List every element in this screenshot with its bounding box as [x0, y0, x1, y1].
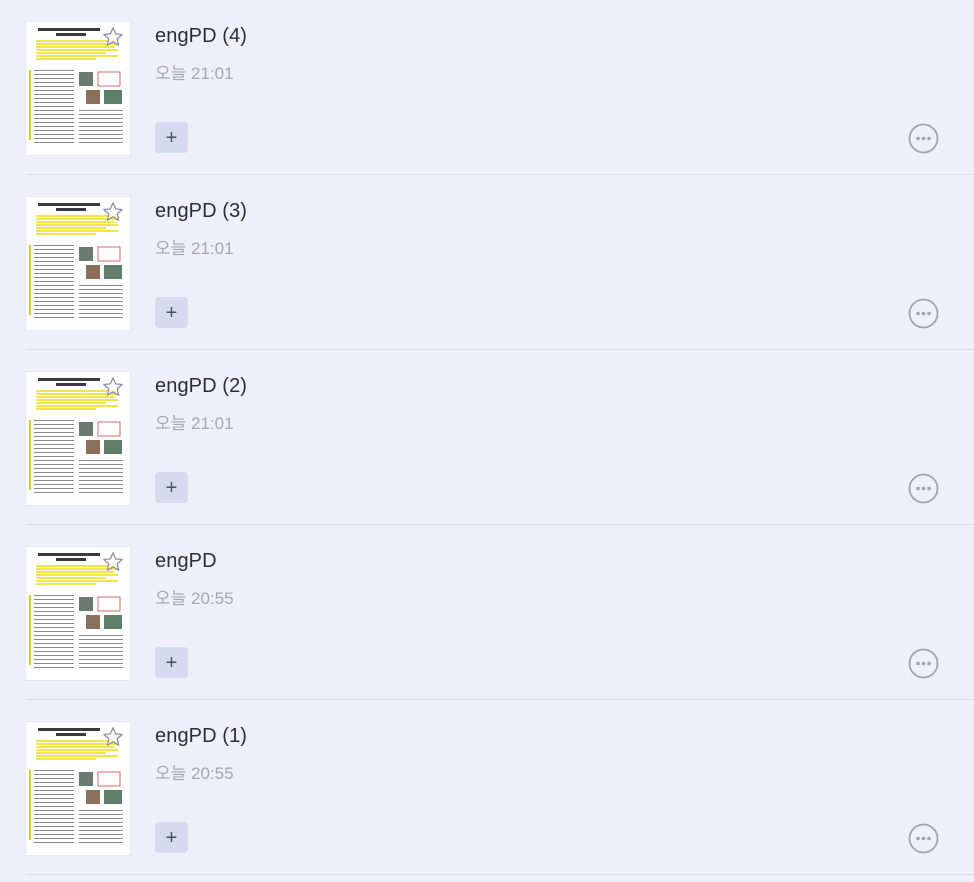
- add-button[interactable]: +: [155, 122, 188, 153]
- add-button[interactable]: +: [155, 647, 188, 678]
- more-options-icon[interactable]: [908, 823, 939, 854]
- document-title[interactable]: engPD (4): [155, 25, 247, 48]
- document-timestamp: 오늘 20:55: [155, 589, 234, 608]
- document-thumbnail-icon[interactable]: [26, 547, 130, 680]
- divider: [26, 874, 974, 875]
- document-timestamp: 오늘 21:01: [155, 239, 234, 258]
- star-icon[interactable]: [102, 376, 124, 398]
- document-timestamp: 오늘 21:01: [155, 414, 234, 433]
- document-thumbnail-icon[interactable]: [26, 722, 130, 855]
- list-item[interactable]: engPD 오늘 20:55 +: [0, 525, 974, 700]
- more-options-icon[interactable]: [908, 648, 939, 679]
- star-icon[interactable]: [102, 26, 124, 48]
- document-title[interactable]: engPD (2): [155, 375, 247, 398]
- star-icon[interactable]: [102, 551, 124, 573]
- add-button[interactable]: +: [155, 822, 188, 853]
- more-options-icon[interactable]: [908, 473, 939, 504]
- list-item[interactable]: engPD (1) 오늘 20:55 +: [0, 700, 974, 875]
- list-item[interactable]: engPD (4) 오늘 21:01 +: [0, 0, 974, 175]
- document-title[interactable]: engPD (1): [155, 725, 247, 748]
- more-options-icon[interactable]: [908, 298, 939, 329]
- document-timestamp: 오늘 21:01: [155, 64, 234, 83]
- document-list: engPD (4) 오늘 21:01 + engPD (3) 오늘 21:01 …: [0, 0, 974, 875]
- add-button[interactable]: +: [155, 472, 188, 503]
- document-thumbnail-icon[interactable]: [26, 197, 130, 330]
- document-timestamp: 오늘 20:55: [155, 764, 234, 783]
- list-item[interactable]: engPD (2) 오늘 21:01 +: [0, 350, 974, 525]
- document-thumbnail-icon[interactable]: [26, 22, 130, 155]
- more-options-icon[interactable]: [908, 123, 939, 154]
- list-item[interactable]: engPD (3) 오늘 21:01 +: [0, 175, 974, 350]
- add-button[interactable]: +: [155, 297, 188, 328]
- star-icon[interactable]: [102, 726, 124, 748]
- star-icon[interactable]: [102, 201, 124, 223]
- document-title[interactable]: engPD: [155, 550, 217, 573]
- document-title[interactable]: engPD (3): [155, 200, 247, 223]
- document-thumbnail-icon[interactable]: [26, 372, 130, 505]
